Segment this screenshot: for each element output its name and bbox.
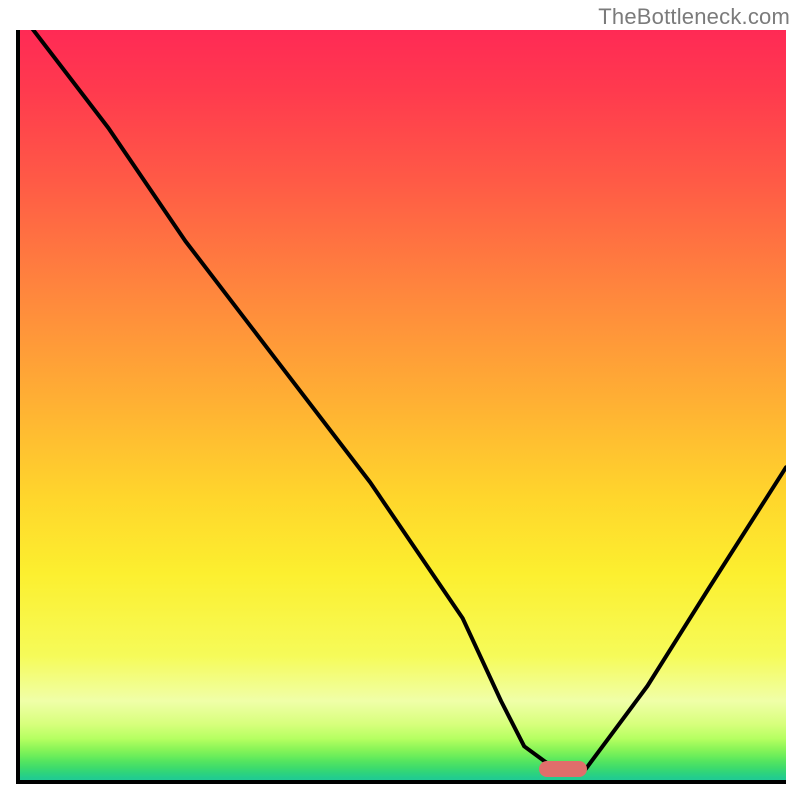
bottleneck-curve [16, 30, 786, 784]
chart-frame: TheBottleneck.com [0, 0, 800, 800]
gradient-plot-background [16, 30, 786, 784]
curve-path [16, 30, 786, 769]
watermark-text: TheBottleneck.com [598, 4, 790, 30]
optimal-point-marker [539, 761, 587, 777]
